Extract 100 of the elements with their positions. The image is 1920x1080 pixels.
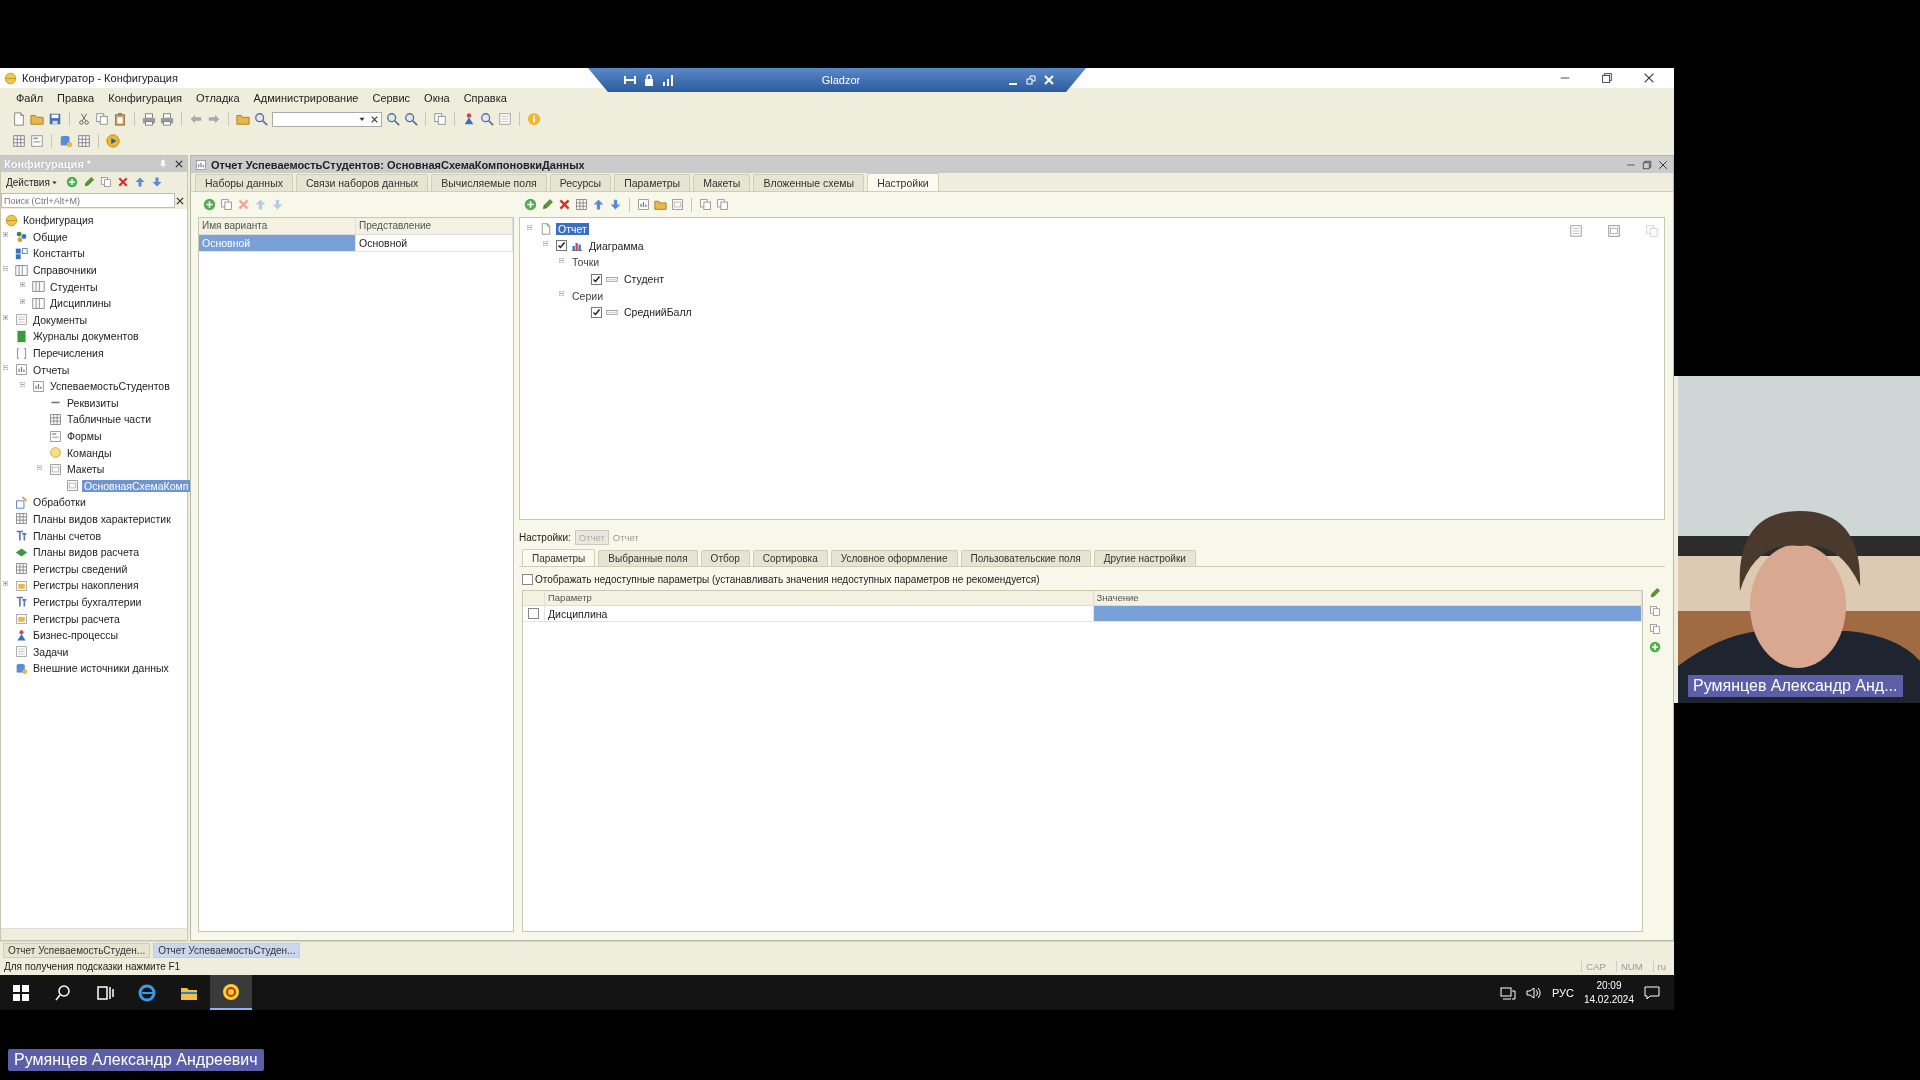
tree-item[interactable]: Конфигурация (21, 214, 96, 227)
list-icon[interactable] (1569, 224, 1583, 238)
checkbox[interactable] (528, 608, 539, 619)
copy-icon[interactable] (1649, 623, 1661, 635)
tree-item[interactable]: Табличные части (65, 413, 154, 426)
copy-icon[interactable] (699, 198, 712, 211)
checkbox[interactable] (591, 273, 602, 285)
column-header[interactable]: Параметр (545, 591, 1094, 605)
delete-icon[interactable] (558, 198, 571, 211)
close-icon[interactable] (1044, 75, 1054, 85)
scissors-icon[interactable] (77, 112, 91, 126)
printer-icon[interactable] (160, 112, 174, 126)
checkbox[interactable] (522, 573, 533, 585)
tree-item[interactable]: Внешние источники данных (31, 662, 171, 675)
delete-icon[interactable] (116, 176, 129, 188)
form-icon[interactable] (30, 134, 44, 148)
menu-item[interactable]: Конфигурация (106, 91, 185, 105)
tree-item[interactable]: Планы видов характеристик (31, 513, 173, 525)
window-tab[interactable]: Отчет УспеваемостьСтуден... (153, 942, 301, 958)
menu-item[interactable]: Файл (14, 91, 46, 105)
tree-item[interactable]: Точки (572, 256, 602, 269)
copy-icon[interactable] (1649, 605, 1661, 617)
connection-icon[interactable] (624, 74, 636, 86)
restore-icon[interactable] (1641, 158, 1653, 171)
table-cell[interactable]: Дисциплина (545, 606, 1094, 621)
copy-icon[interactable] (99, 176, 112, 188)
menu-item[interactable]: Отладка (194, 91, 242, 105)
menu-item[interactable]: Окна (422, 91, 452, 105)
tab[interactable]: Настройки (867, 173, 939, 191)
app-icon[interactable] (222, 982, 240, 1001)
tree-item[interactable]: Формы (65, 430, 104, 442)
tree-item[interactable]: Константы (31, 247, 87, 260)
notifications-icon[interactable] (1644, 984, 1660, 1001)
tab[interactable]: Макеты (693, 174, 751, 191)
move-down-icon[interactable] (609, 198, 622, 211)
tree-item[interactable]: Команды (65, 446, 114, 459)
pencil-icon[interactable] (82, 176, 95, 188)
tab[interactable]: Вычисляемые поля (431, 174, 547, 191)
close-icon[interactable] (1642, 71, 1656, 85)
menu-item[interactable]: Сервис (370, 91, 413, 105)
tree-item[interactable]: Бизнес-процессы (31, 629, 121, 642)
network-icon[interactable] (1499, 985, 1516, 1000)
copy-icon[interactable] (95, 112, 109, 126)
undo-icon[interactable] (189, 112, 203, 126)
template-icon[interactable] (1607, 224, 1621, 238)
tab[interactable]: Условное оформление (830, 550, 958, 566)
list-icon[interactable] (498, 112, 512, 126)
tree-item[interactable]: Регистры накопления (31, 579, 141, 592)
column-header[interactable]: Имя варианта (199, 218, 356, 234)
tree-item[interactable]: Диаграмма (587, 239, 646, 252)
template-icon[interactable] (671, 198, 684, 211)
table-icon[interactable] (77, 134, 91, 148)
copy-icon[interactable] (220, 198, 233, 211)
play-icon[interactable] (106, 134, 120, 148)
copy-icon[interactable] (433, 112, 447, 126)
tree-item[interactable]: Регистры расчета (31, 612, 122, 625)
clear-icon[interactable] (174, 159, 184, 169)
database-icon[interactable] (59, 134, 73, 148)
tree-item[interactable]: Серии (572, 289, 605, 302)
add-icon[interactable] (65, 176, 78, 188)
tree-item[interactable]: Регистры бухгалтерии (31, 595, 144, 608)
report-icon[interactable] (637, 198, 650, 211)
clock-time[interactable]: 20:09 (1596, 978, 1622, 993)
move-down-icon[interactable] (271, 198, 284, 211)
tree-item[interactable]: Перечисления (31, 347, 106, 360)
tree-item[interactable]: Студент (622, 273, 666, 286)
clear-icon[interactable] (370, 114, 379, 124)
volume-icon[interactable] (1525, 985, 1542, 1000)
tree-item[interactable]: Журналы документов (31, 330, 141, 343)
tree-item[interactable]: Задачи (31, 645, 71, 658)
table-icon[interactable] (575, 198, 588, 211)
tree-item[interactable]: Отчеты (31, 363, 72, 376)
value-cell[interactable] (1093, 606, 1642, 621)
column-header[interactable]: Представление (356, 218, 513, 234)
tab[interactable]: Вложенные схемы (753, 174, 865, 191)
pencil-icon[interactable] (1649, 587, 1661, 599)
printer-icon[interactable] (142, 112, 156, 126)
checkbox[interactable] (556, 240, 567, 252)
close-icon[interactable] (1657, 158, 1669, 171)
copy-icon[interactable] (716, 198, 729, 211)
search-field[interactable]: Поиск (Ctrl+Alt+M) (1, 193, 175, 208)
move-up-icon[interactable] (133, 176, 146, 188)
table-cell[interactable]: Основной (356, 235, 513, 251)
window-tab[interactable]: Отчет УспеваемостьСтуден... (3, 942, 151, 958)
tab[interactable]: Пользовательские поля (960, 550, 1091, 566)
search-icon[interactable] (54, 983, 72, 1002)
add-icon[interactable] (1649, 641, 1661, 653)
tree-item[interactable]: Общие (31, 230, 70, 243)
column-header[interactable]: Значение (1093, 591, 1642, 605)
tab[interactable]: Отбор (700, 550, 750, 566)
tree-item[interactable]: Макеты (65, 463, 107, 476)
scrollbar[interactable] (1, 928, 187, 940)
tab[interactable]: Другие настройки (1093, 550, 1196, 566)
restore-icon[interactable] (1026, 75, 1036, 85)
task-view-icon[interactable] (96, 983, 114, 1002)
tree-item[interactable]: Отчет (556, 223, 589, 236)
tree-item[interactable]: Регистры сведений (31, 562, 130, 575)
pencil-icon[interactable] (541, 198, 554, 211)
tree-item[interactable]: Реквизиты (65, 396, 121, 409)
tree-item[interactable]: Планы видов расчета (31, 546, 141, 559)
